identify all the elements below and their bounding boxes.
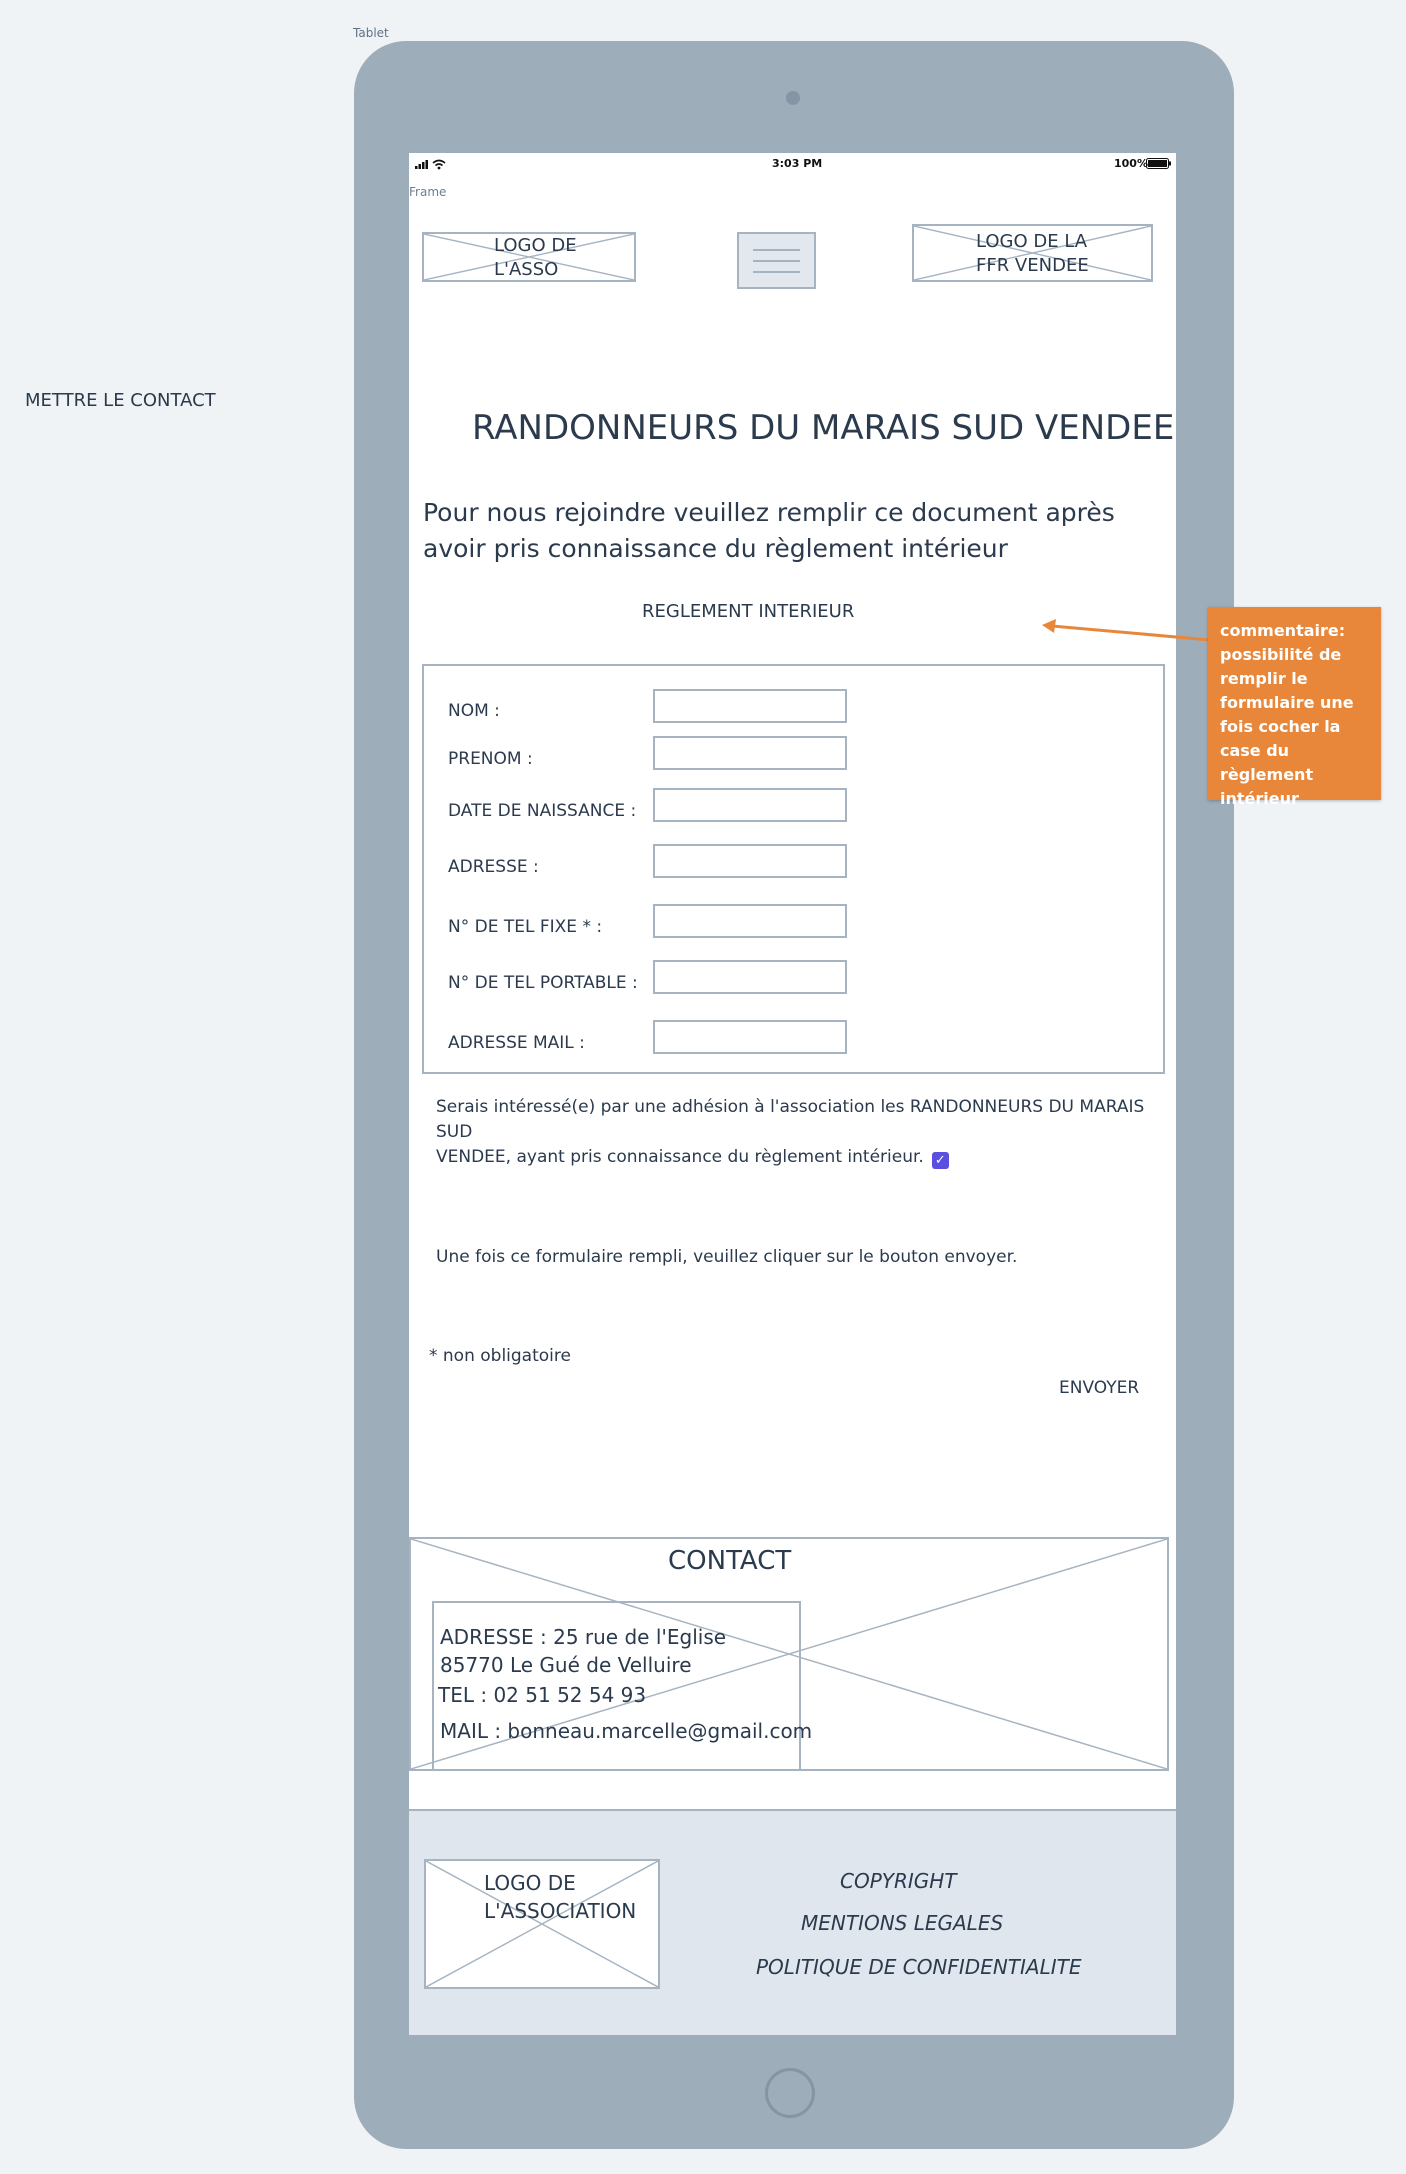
battery-icon <box>1146 158 1171 169</box>
consent-line-1: Serais intéressé(e) par une adhésion à l… <box>436 1097 1145 1142</box>
intro-line-1: Pour nous rejoindre veuillez remplir ce … <box>423 498 1115 527</box>
reglement-interieur-link[interactable]: REGLEMENT INTERIEUR <box>642 601 854 622</box>
frame-label: Frame <box>409 185 447 199</box>
comment-note: commentaire: possibilité de remplir le f… <box>1208 607 1381 808</box>
contact-phone: TEL : 02 51 52 54 93 <box>438 1683 647 1707</box>
logo-ffr-label: LOGO DE LA FFR VENDEE <box>976 231 1089 276</box>
footer-link-copyright[interactable]: COPYRIGHT <box>840 1869 957 1893</box>
hamburger-menu-button[interactable] <box>737 232 816 289</box>
status-time: 3:03 PM <box>772 157 823 170</box>
intro-line-2: avoir pris connaissance du règlement int… <box>423 534 1008 563</box>
footer-logo-placeholder: LOGO DE L'ASSOCIATION <box>424 1859 660 1989</box>
field-label-adresse-mail: ADRESSE MAIL : <box>448 1033 585 1053</box>
footer: LOGO DE L'ASSOCIATION COPYRIGHT MENTIONS… <box>409 1809 1176 2035</box>
adresse-input[interactable] <box>653 844 847 878</box>
consent-line-2: VENDEE, ayant pris connaissance du règle… <box>436 1147 924 1167</box>
submit-button[interactable]: ENVOYER <box>1059 1376 1139 1401</box>
membership-form: NOM : PRENOM : DATE DE NAISSANCE : ADRES… <box>422 664 1165 1074</box>
logo-ffr-placeholder: LOGO DE LA FFR VENDEE <box>912 224 1153 282</box>
tablet-frame-label: Tablet <box>353 26 389 40</box>
instruction-text: Une fois ce formulaire rempli, veuillez … <box>436 1247 1018 1267</box>
contact-title: CONTACT <box>668 1546 792 1576</box>
contact-mail: MAIL : bonneau.marcelle@gmail.com <box>440 1719 813 1743</box>
date-naissance-input[interactable] <box>653 788 847 822</box>
contact-address-line-2: 85770 Le Gué de Velluire <box>440 1653 692 1677</box>
consent-text: Serais intéressé(e) par une adhésion à l… <box>436 1095 1156 1170</box>
comment-arrow <box>1042 619 1211 642</box>
page-title: RANDONNEURS DU MARAIS SUD VENDEE <box>472 408 1175 448</box>
side-note: METTRE LE CONTACT <box>25 390 216 411</box>
field-label-prenom: PRENOM : <box>448 749 533 769</box>
field-label-adresse: ADRESSE : <box>448 857 539 877</box>
nom-input[interactable] <box>653 689 847 723</box>
home-button[interactable] <box>765 2068 815 2118</box>
logo-asso-label: LOGO DE L'ASSO <box>494 235 577 280</box>
contact-address-line-1: ADRESSE : 25 rue de l'Eglise <box>440 1625 727 1649</box>
field-label-tel-fixe: N° DE TEL FIXE * : <box>448 917 603 937</box>
field-label-date-naissance: DATE DE NAISSANCE : <box>448 801 637 821</box>
adresse-mail-input[interactable] <box>653 1020 847 1054</box>
camera-icon <box>786 91 800 105</box>
battery-percent: 100% <box>1114 157 1148 170</box>
tel-fixe-input[interactable] <box>653 904 847 938</box>
consent-checkbox[interactable]: ✓ <box>931 1152 949 1169</box>
footer-logo-label: LOGO DE L'ASSOCIATION <box>484 1871 637 1923</box>
optional-note: * non obligatoire <box>429 1346 571 1366</box>
prenom-input[interactable] <box>653 736 847 770</box>
footer-link-mentions-legales[interactable]: MENTIONS LEGALES <box>801 1911 1003 1935</box>
tablet-screen: 3:03 PM 100% Frame LOGO DE L'ASSO LOGO D… <box>409 153 1176 2035</box>
logo-asso-placeholder: LOGO DE L'ASSO <box>422 232 636 282</box>
tel-portable-input[interactable] <box>653 960 847 994</box>
field-label-nom: NOM : <box>448 701 500 721</box>
signal-wifi-icon <box>415 159 446 170</box>
status-bar: 3:03 PM 100% <box>409 153 1176 175</box>
footer-link-politique-confidentialite[interactable]: POLITIQUE DE CONFIDENTIALITE <box>756 1955 1082 1979</box>
intro-text: Pour nous rejoindre veuillez remplir ce … <box>423 495 1143 567</box>
field-label-tel-portable: N° DE TEL PORTABLE : <box>448 973 638 993</box>
